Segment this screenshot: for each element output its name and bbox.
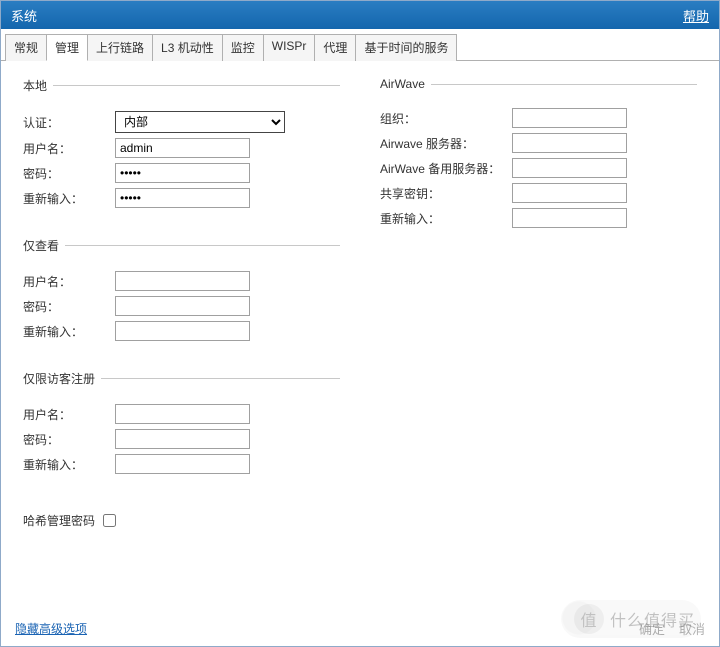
tab-monitor[interactable]: 监控 [222,34,264,61]
local-user-input[interactable] [115,138,250,158]
airwave-org-label: 组织： [380,110,512,127]
tab-admin[interactable]: 管理 [46,34,88,61]
local-pass-input[interactable] [115,163,250,183]
viewonly-pass-label: 密码： [23,298,115,315]
help-link[interactable]: 帮助 [683,6,709,25]
window-title: 系统 [11,6,37,25]
local-retype-input[interactable] [115,188,250,208]
airwave-section: AirWave 组织： Airwave 服务器： AirWave 备用服务器： … [380,77,697,247]
local-legend: 本地 [23,77,53,94]
guest-user-label: 用户名： [23,406,115,423]
airwave-backup-label: AirWave 备用服务器： [380,160,512,177]
system-window: 系统 帮助 常规 管理 上行链路 L3 机动性 监控 WISPr 代理 基于时间… [0,0,720,647]
viewonly-legend: 仅查看 [23,237,65,254]
airwave-server-label: Airwave 服务器： [380,135,512,152]
viewonly-section: 仅查看 用户名： 密码： 重新输入： [23,237,340,360]
ok-button[interactable]: 确定 [639,619,665,638]
hash-checkbox[interactable] [103,514,116,527]
local-section: 本地 认证： 内部 用户名： 密码： 重新输入： [23,77,340,227]
guest-pass-input[interactable] [115,429,250,449]
tab-uplink[interactable]: 上行链路 [87,34,153,61]
airwave-backup-input[interactable] [512,158,627,178]
auth-label: 认证： [23,114,115,131]
title-bar: 系统 帮助 [1,1,719,29]
cancel-button[interactable]: 取消 [679,619,705,638]
local-user-label: 用户名： [23,140,115,157]
footer-buttons: 确定 取消 [639,619,705,638]
local-pass-label: 密码： [23,165,115,182]
tab-proxy[interactable]: 代理 [314,34,356,61]
footer: 隐藏高级选项 确定 取消 [1,610,719,646]
guest-pass-label: 密码： [23,431,115,448]
viewonly-user-input[interactable] [115,271,250,291]
airwave-retype-label: 重新输入： [380,210,512,227]
hash-label: 哈希管理密码 [23,512,95,529]
guest-retype-input[interactable] [115,454,250,474]
tab-l3-mobility[interactable]: L3 机动性 [152,34,223,61]
content-area: 本地 认证： 内部 用户名： 密码： 重新输入： [1,61,719,612]
tab-wispr[interactable]: WISPr [263,34,316,61]
guest-section: 仅限访客注册 用户名： 密码： 重新输入： [23,370,340,493]
viewonly-retype-label: 重新输入： [23,323,115,340]
tab-general[interactable]: 常规 [5,34,47,61]
guest-retype-label: 重新输入： [23,456,115,473]
airwave-retype-input[interactable] [512,208,627,228]
viewonly-pass-input[interactable] [115,296,250,316]
airwave-legend: AirWave [380,77,431,91]
hash-row: 哈希管理密码 [23,511,340,530]
guest-legend: 仅限访客注册 [23,370,101,387]
airwave-shared-label: 共享密钥： [380,185,512,202]
tab-strip: 常规 管理 上行链路 L3 机动性 监控 WISPr 代理 基于时间的服务 [1,29,719,61]
guest-user-input[interactable] [115,404,250,424]
hide-advanced-link[interactable]: 隐藏高级选项 [15,620,87,637]
auth-select[interactable]: 内部 [115,111,285,133]
right-column: AirWave 组织： Airwave 服务器： AirWave 备用服务器： … [380,77,697,596]
airwave-server-input[interactable] [512,133,627,153]
tab-time-services[interactable]: 基于时间的服务 [355,34,457,61]
viewonly-retype-input[interactable] [115,321,250,341]
local-retype-label: 重新输入： [23,190,115,207]
left-column: 本地 认证： 内部 用户名： 密码： 重新输入： [23,77,340,596]
viewonly-user-label: 用户名： [23,273,115,290]
airwave-shared-input[interactable] [512,183,627,203]
airwave-org-input[interactable] [512,108,627,128]
